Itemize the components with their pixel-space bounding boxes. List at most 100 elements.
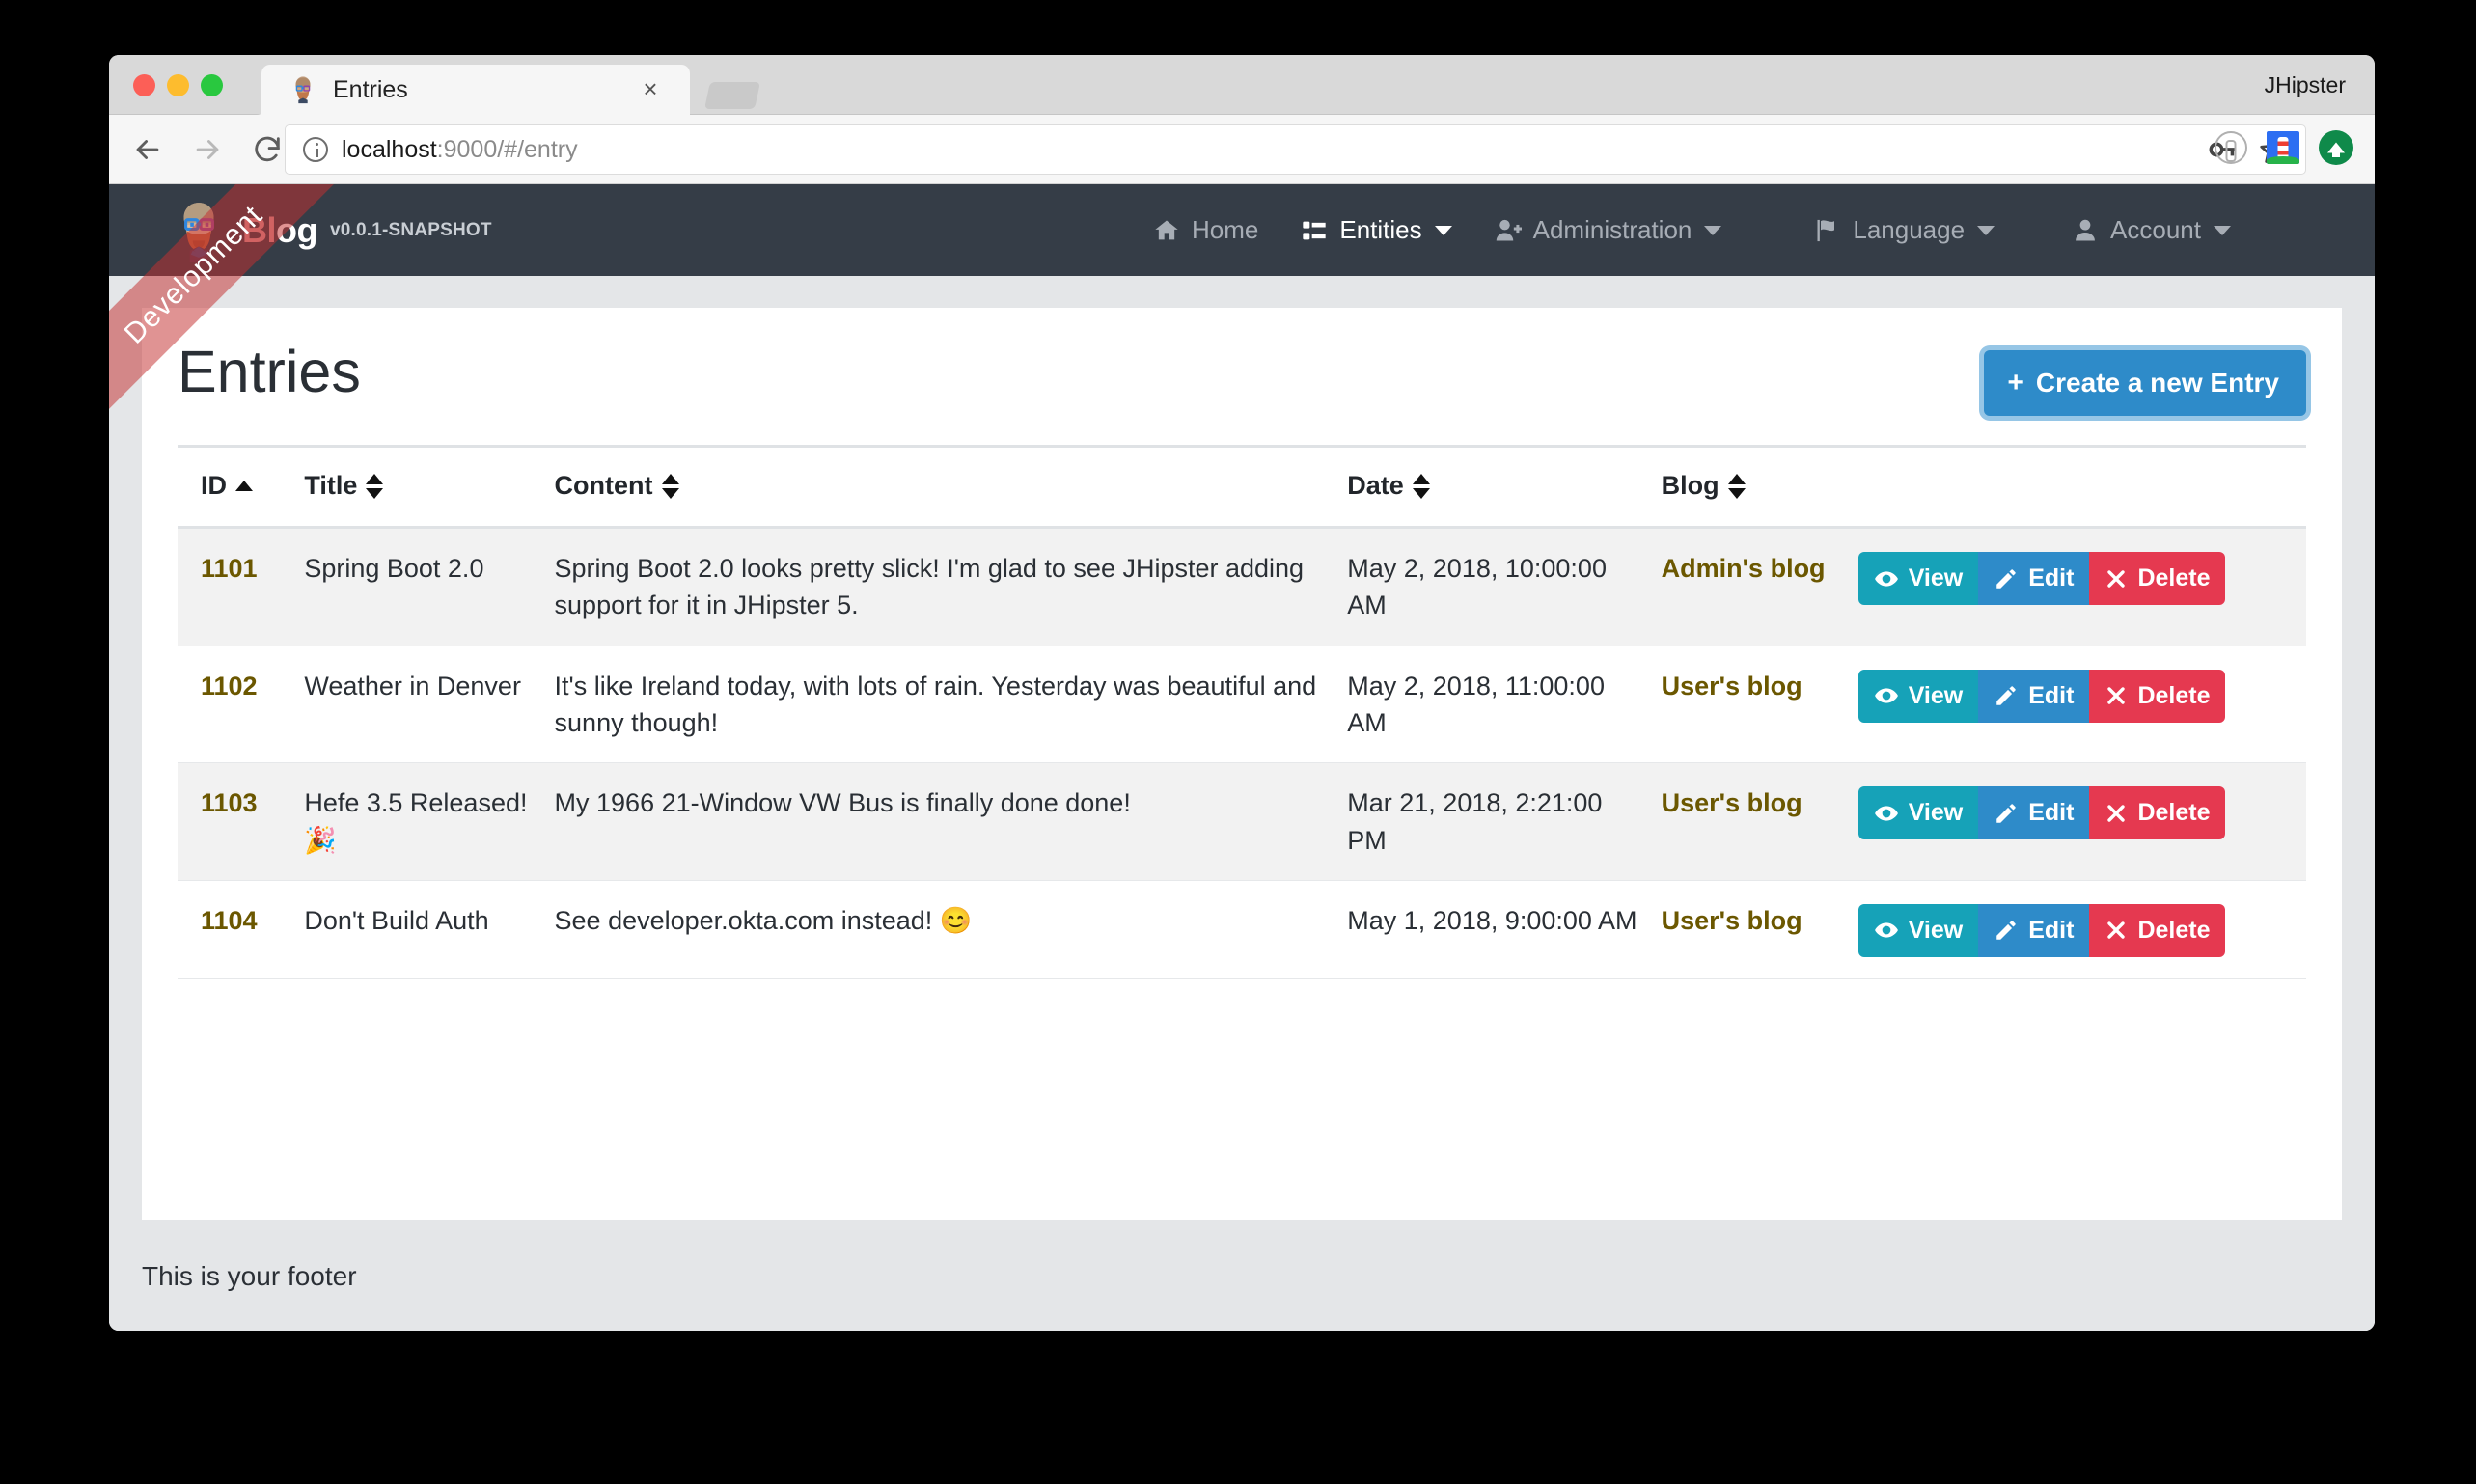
- delete-button[interactable]: Delete: [2089, 552, 2226, 605]
- extension-icons: [2215, 130, 2353, 165]
- entry-id-link[interactable]: 1104: [201, 906, 258, 935]
- entries-table-header: ID Title Content Date Blog: [178, 445, 2306, 529]
- maximize-window-button[interactable]: [201, 74, 223, 96]
- browser-tab[interactable]: Entries ×: [261, 65, 690, 115]
- column-header-blog-label: Blog: [1661, 471, 1719, 500]
- brand-title: Blog: [242, 210, 317, 251]
- eye-icon: [1874, 801, 1899, 826]
- cell-id: 1103: [178, 762, 295, 881]
- entry-id-link[interactable]: 1101: [201, 554, 258, 583]
- sort-both-icon: [661, 473, 679, 499]
- column-header-title[interactable]: Title: [294, 445, 545, 529]
- column-header-date-label: Date: [1347, 471, 1404, 500]
- nav-item-home-label: Home: [1192, 215, 1259, 244]
- cell-title: Spring Boot 2.0: [294, 527, 545, 646]
- edit-button[interactable]: Edit: [1978, 903, 2090, 957]
- table-row: 1103 Hefe 3.5 Released! 🎉 My 1966 21-Win…: [178, 762, 2306, 881]
- green-upload-icon[interactable]: [2319, 130, 2353, 165]
- nav-item-account[interactable]: Account: [2050, 184, 2252, 276]
- view-button[interactable]: View: [1857, 786, 1979, 840]
- 1password-icon[interactable]: [2215, 131, 2247, 164]
- entry-id-link[interactable]: 1103: [201, 788, 258, 817]
- row-action-buttons: View Edit Delete: [1857, 786, 2226, 840]
- view-button[interactable]: View: [1857, 903, 1979, 957]
- minimize-window-button[interactable]: [167, 74, 189, 96]
- view-button[interactable]: View: [1857, 669, 1979, 723]
- user-icon: [2072, 217, 2099, 244]
- delete-button[interactable]: Delete: [2089, 669, 2226, 723]
- column-header-id[interactable]: ID: [178, 445, 295, 529]
- create-new-entry-button[interactable]: + Create a new Entry: [1984, 350, 2306, 416]
- close-tab-button[interactable]: ×: [638, 76, 663, 102]
- edit-button-label: Edit: [2028, 799, 2075, 827]
- address-bar[interactable]: localhost:9000/#/entry: [285, 124, 2306, 175]
- edit-button[interactable]: Edit: [1978, 552, 2090, 605]
- cell-id: 1101: [178, 527, 295, 646]
- back-arrow-icon[interactable]: [126, 128, 169, 171]
- cell-date: May 2, 2018, 10:00:00 AM: [1337, 527, 1652, 646]
- page-header: Entries + Create a new Entry: [178, 308, 2306, 445]
- create-new-entry-label: Create a new Entry: [2035, 368, 2279, 398]
- plus-icon: +: [2007, 367, 2024, 398]
- entries-content-card: Entries + Create a new Entry ID Title Co…: [142, 308, 2342, 1220]
- brand-version: v0.0.1-SNAPSHOT: [329, 219, 492, 240]
- table-header-row: ID Title Content Date Blog: [178, 445, 2306, 529]
- eye-icon: [1874, 918, 1899, 943]
- nav-item-language[interactable]: Language: [1793, 184, 2016, 276]
- x-mark-icon: [2105, 919, 2128, 942]
- chevron-down-icon: [1977, 225, 1995, 235]
- delete-button[interactable]: Delete: [2089, 786, 2226, 840]
- sort-asc-icon: [235, 481, 253, 491]
- edit-button[interactable]: Edit: [1978, 669, 2090, 723]
- column-header-id-label: ID: [201, 471, 227, 500]
- edit-button[interactable]: Edit: [1978, 786, 2090, 840]
- reload-icon[interactable]: [246, 128, 289, 171]
- jhipster-favicon-icon: [289, 75, 317, 104]
- cell-actions: View Edit Delete: [1848, 762, 2306, 881]
- new-tab-button[interactable]: [704, 82, 760, 109]
- blog-link[interactable]: Admin's blog: [1662, 554, 1826, 583]
- column-header-content[interactable]: Content: [544, 445, 1338, 529]
- cell-content: See developer.okta.com instead! 😊: [544, 880, 1338, 979]
- sort-both-icon: [366, 473, 384, 499]
- blog-link[interactable]: User's blog: [1662, 672, 1802, 701]
- brand-link[interactable]: Blog v0.0.1-SNAPSHOT: [167, 199, 492, 262]
- cell-actions: View Edit Delete: [1848, 527, 2306, 646]
- lighthouse-icon[interactable]: [2267, 131, 2299, 164]
- delete-button-label: Delete: [2137, 681, 2211, 709]
- nav-item-entities[interactable]: Entities: [1279, 184, 1472, 276]
- close-window-button[interactable]: [133, 74, 155, 96]
- blog-link[interactable]: User's blog: [1662, 906, 1802, 935]
- pencil-icon: [1994, 918, 2019, 943]
- nav-item-language-label: Language: [1853, 215, 1966, 244]
- home-icon: [1153, 217, 1180, 244]
- edit-button-label: Edit: [2028, 916, 2075, 944]
- cell-content: My 1966 21-Window VW Bus is finally done…: [544, 762, 1338, 881]
- cell-date: May 1, 2018, 9:00:00 AM: [1337, 880, 1652, 979]
- entry-id-link[interactable]: 1102: [201, 672, 258, 701]
- cell-actions: View Edit Delete: [1848, 880, 2306, 979]
- nav-item-account-label: Account: [2110, 215, 2201, 244]
- view-button[interactable]: View: [1857, 552, 1979, 605]
- sort-both-icon: [1727, 473, 1746, 499]
- column-header-date[interactable]: Date: [1337, 445, 1652, 529]
- cell-content: Spring Boot 2.0 looks pretty slick! I'm …: [544, 527, 1338, 646]
- cell-blog: Admin's blog: [1651, 527, 1849, 646]
- nav-item-administration[interactable]: Administration: [1473, 184, 1744, 276]
- cell-content: It's like Ireland today, with lots of ra…: [544, 646, 1338, 764]
- pencil-icon: [1994, 566, 2019, 591]
- site-info-icon[interactable]: [303, 137, 328, 162]
- pencil-icon: [1994, 683, 2019, 708]
- nav-item-entities-label: Entities: [1339, 215, 1422, 244]
- page-viewport: Development Blog v0.0.1-SNAPSHOT Home En…: [109, 184, 2375, 1331]
- address-bar-url: localhost:9000/#/entry: [342, 136, 578, 164]
- chevron-down-icon: [1434, 225, 1452, 235]
- column-header-blog[interactable]: Blog: [1651, 445, 1849, 529]
- nav-item-home[interactable]: Home: [1132, 184, 1279, 276]
- blog-link[interactable]: User's blog: [1662, 788, 1802, 817]
- delete-button[interactable]: Delete: [2089, 903, 2226, 957]
- cell-blog: User's blog: [1651, 880, 1849, 979]
- page-title: Entries: [178, 339, 361, 404]
- cell-title: Don't Build Auth: [294, 880, 545, 979]
- edit-button-label: Edit: [2028, 681, 2075, 709]
